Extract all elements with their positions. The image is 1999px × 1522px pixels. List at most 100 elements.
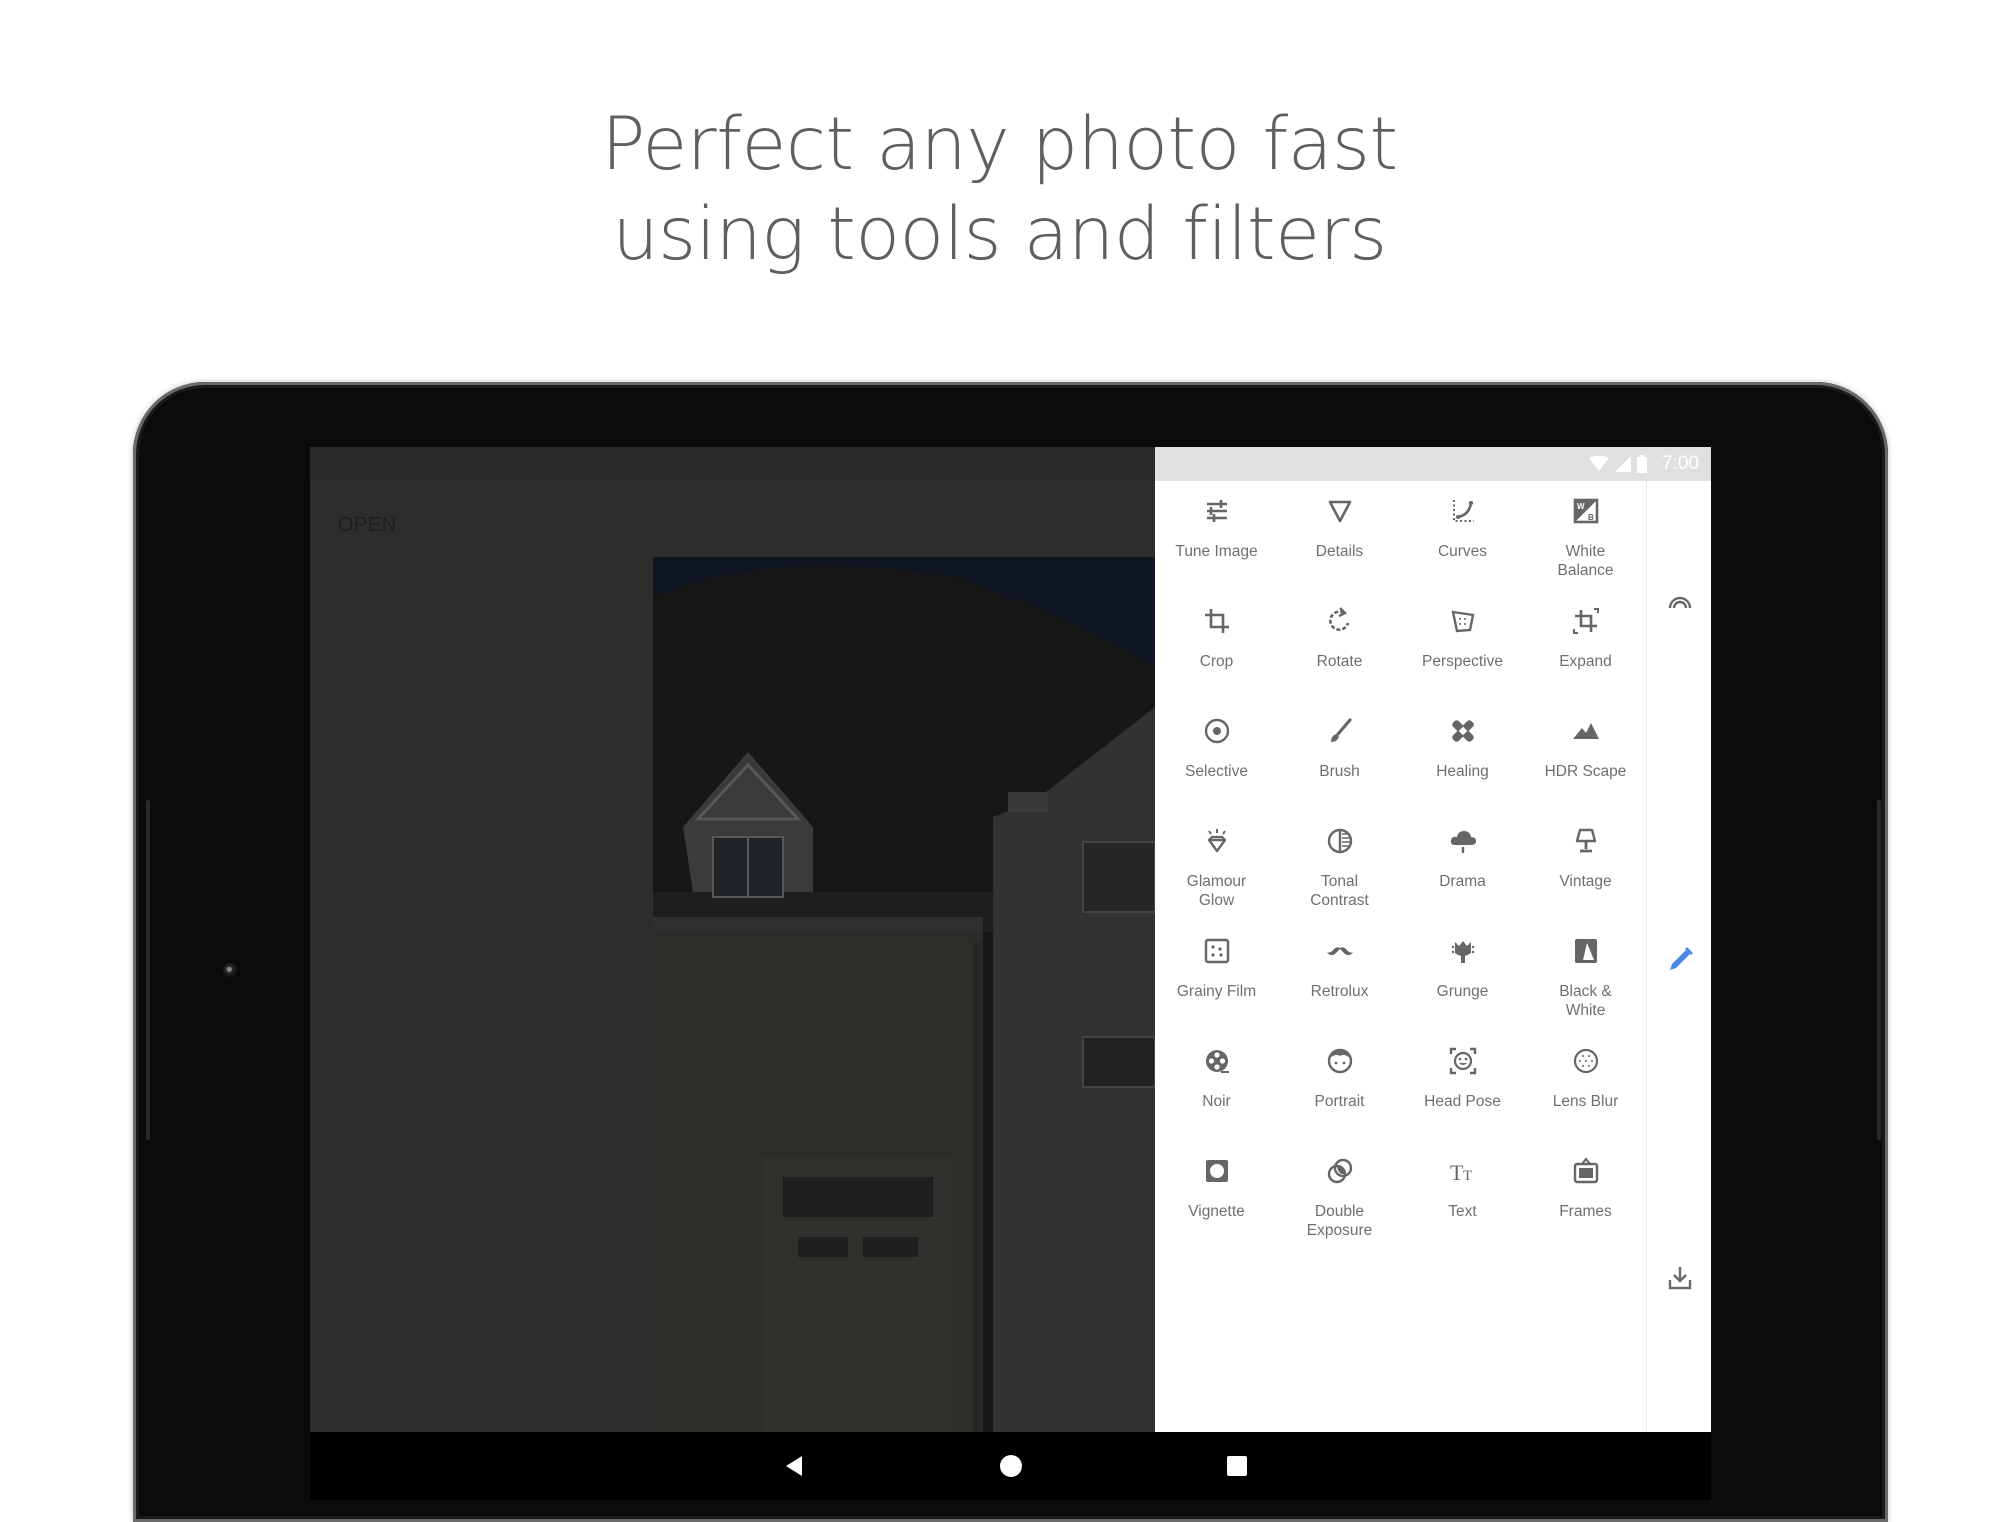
svg-text:T: T bbox=[1450, 1160, 1464, 1185]
back-icon[interactable] bbox=[780, 1452, 808, 1480]
tool-tonal-contrast[interactable]: Tonal Contrast bbox=[1278, 811, 1401, 921]
tool-label: Retrolux bbox=[1310, 983, 1369, 1000]
tool-curves[interactable]: Curves bbox=[1401, 481, 1524, 591]
home-icon[interactable] bbox=[997, 1452, 1025, 1480]
tool-label: Vintage bbox=[1559, 873, 1612, 890]
tool-hdr-scape[interactable]: HDR Scape bbox=[1524, 701, 1647, 811]
hdr-mountains-icon bbox=[1570, 715, 1602, 752]
tool-label: Drama bbox=[1439, 873, 1486, 890]
tablet-side-button-left bbox=[146, 800, 150, 1140]
tool-head-pose[interactable]: Head Pose bbox=[1401, 1031, 1524, 1141]
status-bar-dimmed bbox=[310, 447, 1155, 481]
text-icon: TT bbox=[1447, 1155, 1479, 1192]
tool-label: Tonal Contrast bbox=[1310, 873, 1369, 909]
photo-preview bbox=[653, 557, 1155, 1432]
tool-label: Lens Blur bbox=[1552, 1093, 1619, 1110]
crop-icon bbox=[1201, 605, 1233, 642]
tool-black-white[interactable]: Black & White bbox=[1524, 921, 1647, 1031]
tool-vignette[interactable]: Vignette bbox=[1155, 1141, 1278, 1251]
lens-blur-icon bbox=[1570, 1045, 1602, 1082]
signal-icon bbox=[1615, 456, 1631, 472]
tool-label: HDR Scape bbox=[1544, 763, 1627, 780]
tonal-contrast-icon bbox=[1324, 825, 1356, 862]
tool-crop[interactable]: Crop bbox=[1155, 591, 1278, 701]
tool-label: Head Pose bbox=[1424, 1093, 1501, 1110]
svg-text:W: W bbox=[1577, 502, 1585, 511]
tool-brush[interactable]: Brush bbox=[1278, 701, 1401, 811]
status-bar: 7:00 bbox=[1155, 447, 1711, 481]
android-nav-bar bbox=[310, 1432, 1711, 1500]
tool-label: Noir bbox=[1202, 1093, 1231, 1110]
tool-grainy-film[interactable]: Grainy Film bbox=[1155, 921, 1278, 1031]
wifi-icon bbox=[1589, 456, 1609, 471]
selective-icon bbox=[1201, 715, 1233, 752]
recents-icon[interactable] bbox=[1223, 1452, 1251, 1480]
portrait-face-icon bbox=[1324, 1045, 1356, 1082]
tool-rotate[interactable]: Rotate bbox=[1278, 591, 1401, 701]
status-icons bbox=[1589, 455, 1647, 473]
tool-selective[interactable]: Selective bbox=[1155, 701, 1278, 811]
tools-panel: 7:00 Tune Image Details Curves W B White Bala… bbox=[1155, 447, 1711, 1432]
frames-icon bbox=[1570, 1155, 1602, 1192]
tool-tune-image[interactable]: Tune Image bbox=[1155, 481, 1278, 591]
tool-perspective[interactable]: Perspective bbox=[1401, 591, 1524, 701]
headline-line-1: Perfect any photo fast bbox=[601, 102, 1398, 187]
tool-frames[interactable]: Frames bbox=[1524, 1141, 1647, 1251]
drama-cloud-icon bbox=[1447, 825, 1479, 862]
tune-icon bbox=[1201, 495, 1233, 532]
tool-label: Crop bbox=[1199, 653, 1234, 670]
tool-expand[interactable]: Expand bbox=[1524, 591, 1647, 701]
grunge-icon bbox=[1447, 935, 1479, 972]
healing-icon bbox=[1447, 715, 1479, 752]
tool-noir[interactable]: Noir bbox=[1155, 1031, 1278, 1141]
tool-label: Frames bbox=[1559, 1203, 1612, 1220]
glamour-glow-icon bbox=[1201, 825, 1233, 862]
tool-details[interactable]: Details bbox=[1278, 481, 1401, 591]
device-screen: OPEN 7:00 Tune Image Details Curves W B … bbox=[310, 447, 1711, 1432]
tablet-side-button-right bbox=[1877, 800, 1881, 1140]
tool-label: Text bbox=[1448, 1203, 1477, 1220]
tool-retrolux[interactable]: Retrolux bbox=[1278, 921, 1401, 1031]
tool-label: Healing bbox=[1436, 763, 1489, 780]
edit-pencil-icon[interactable] bbox=[1664, 944, 1696, 976]
export-download-icon[interactable] bbox=[1664, 1262, 1696, 1294]
mustache-icon bbox=[1324, 935, 1356, 972]
brush-icon bbox=[1324, 715, 1356, 752]
tool-white-balance[interactable]: W B White Balance bbox=[1524, 481, 1647, 591]
perspective-icon bbox=[1447, 605, 1479, 642]
head-pose-icon bbox=[1447, 1045, 1479, 1082]
tool-label: Curves bbox=[1437, 543, 1488, 560]
tool-label: Glamour Glow bbox=[1186, 873, 1247, 909]
tool-lens-blur[interactable]: Lens Blur bbox=[1524, 1031, 1647, 1141]
tool-text[interactable]: T T Text bbox=[1401, 1141, 1524, 1251]
status-clock: 7:00 bbox=[1662, 453, 1699, 474]
details-triangle-icon bbox=[1324, 495, 1356, 532]
tool-vintage[interactable]: Vintage bbox=[1524, 811, 1647, 921]
tool-portrait[interactable]: Portrait bbox=[1278, 1031, 1401, 1141]
grainy-film-icon bbox=[1201, 935, 1233, 972]
styles-arc-icon[interactable] bbox=[1664, 586, 1696, 618]
tools-grid: Tune Image Details Curves W B White Balance Cr… bbox=[1155, 481, 1646, 1251]
headline-line-2: using tools and filters bbox=[612, 192, 1387, 277]
tool-label: Black & White bbox=[1559, 983, 1612, 1019]
tool-label: Vignette bbox=[1188, 1203, 1245, 1220]
tool-glamour-glow[interactable]: Glamour Glow bbox=[1155, 811, 1278, 921]
film-reel-icon bbox=[1201, 1045, 1233, 1082]
curves-icon bbox=[1447, 495, 1479, 532]
double-exposure-icon bbox=[1324, 1155, 1356, 1192]
battery-icon bbox=[1637, 455, 1647, 473]
side-rail bbox=[1646, 481, 1711, 1432]
svg-text:B: B bbox=[1588, 513, 1594, 522]
open-button[interactable]: OPEN bbox=[338, 514, 397, 537]
tool-healing[interactable]: Healing bbox=[1401, 701, 1524, 811]
expand-icon bbox=[1570, 605, 1602, 642]
vignette-icon bbox=[1201, 1155, 1233, 1192]
tool-label: White Balance bbox=[1557, 543, 1614, 579]
black-white-icon bbox=[1570, 935, 1602, 972]
tool-drama[interactable]: Drama bbox=[1401, 811, 1524, 921]
tool-grunge[interactable]: Grunge bbox=[1401, 921, 1524, 1031]
tool-label: Perspective bbox=[1422, 653, 1503, 670]
tool-label: Tune Image bbox=[1175, 543, 1258, 560]
tool-label: Brush bbox=[1319, 763, 1360, 780]
tool-double-exposure[interactable]: Double Exposure bbox=[1278, 1141, 1401, 1251]
